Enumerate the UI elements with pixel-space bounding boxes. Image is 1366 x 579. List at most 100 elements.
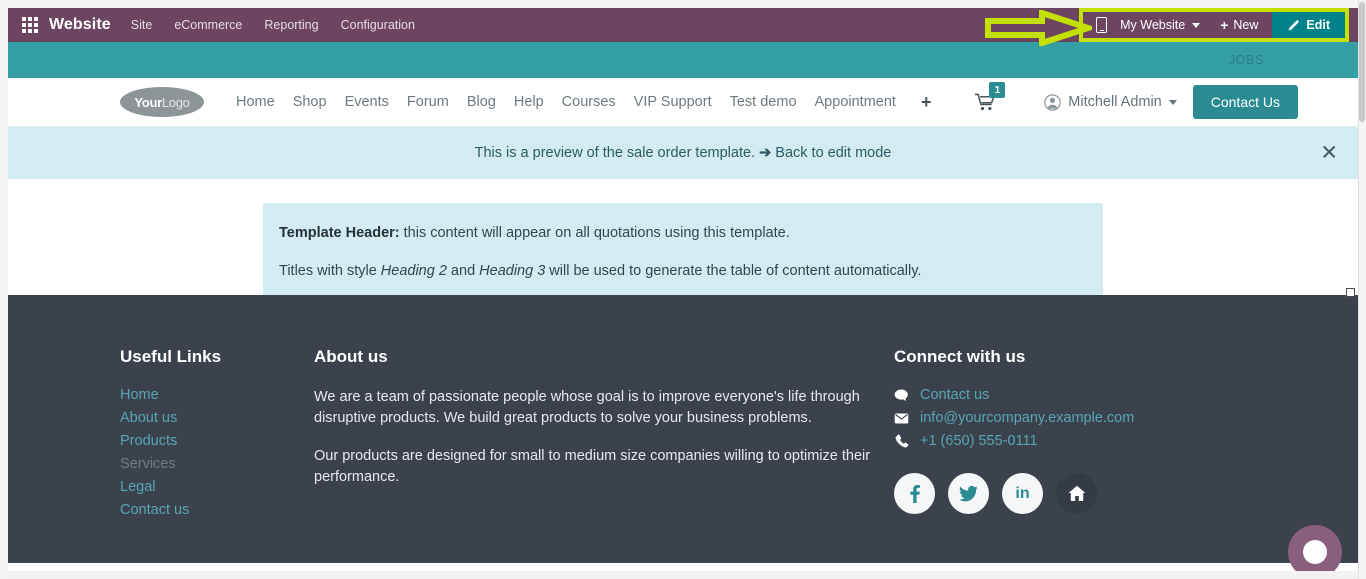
- backend-menu: Site eCommerce Reporting Configuration: [131, 18, 415, 32]
- about-us-paragraph-2: Our products are designed for small to m…: [314, 448, 871, 485]
- nav-link-test-demo[interactable]: Test demo: [730, 94, 797, 110]
- topbar-right-controls: My Website + New Edit: [1079, 8, 1358, 42]
- mobile-phone-icon: [1096, 17, 1108, 33]
- line2-before: Titles with style: [279, 263, 381, 279]
- twitter-icon[interactable]: [948, 473, 989, 514]
- template-header-line-2: Titles with style Heading 2 and Heading …: [279, 263, 1087, 279]
- navbar-right-controls: Mitchell Admin Contact Us: [1044, 85, 1350, 119]
- cart-button[interactable]: 1: [975, 82, 1006, 111]
- mobile-preview-button[interactable]: [1083, 12, 1118, 38]
- new-button-label: New: [1233, 18, 1259, 32]
- template-header-label: Template Header:: [279, 225, 400, 241]
- footer-link-legal[interactable]: Legal: [120, 479, 314, 495]
- template-header-text: this content will appear on all quotatio…: [403, 225, 790, 241]
- template-header-line-1: Template Header: this content will appea…: [279, 225, 1087, 241]
- pencil-icon: [1289, 19, 1300, 30]
- nav-link-courses[interactable]: Courses: [562, 94, 616, 110]
- frame-resize-handle[interactable]: [1346, 288, 1355, 297]
- site-logo[interactable]: YourLogo: [120, 87, 204, 117]
- footer-link-contact-us[interactable]: Contact us: [120, 502, 314, 518]
- website-nav-links: Home Shop Events Forum Blog Help Courses…: [236, 82, 1006, 111]
- apps-grid-icon[interactable]: [22, 17, 38, 33]
- nav-link-blog[interactable]: Blog: [467, 94, 496, 110]
- phone-icon: [894, 434, 909, 448]
- footer-social-icons: in: [894, 473, 1214, 514]
- line2-heading2: Heading 2: [380, 263, 447, 279]
- plus-icon: +: [1220, 17, 1229, 33]
- site-top-strip: JOBS: [8, 42, 1358, 78]
- nav-link-shop[interactable]: Shop: [293, 94, 327, 110]
- envelope-icon: [894, 413, 909, 424]
- nav-link-help[interactable]: Help: [514, 94, 544, 110]
- logo-suffix: Logo: [161, 94, 190, 110]
- comment-icon: [894, 389, 909, 402]
- home-icon[interactable]: [1056, 473, 1097, 514]
- back-to-edit-mode-link[interactable]: Back to edit mode: [775, 145, 891, 161]
- nav-link-forum[interactable]: Forum: [407, 94, 449, 110]
- footer-link-products[interactable]: Products: [120, 433, 314, 449]
- about-us-heading: About us: [314, 347, 388, 366]
- website-footer: Useful Links Home About us Products Serv…: [8, 295, 1358, 571]
- footer-contact-us-link[interactable]: Contact us: [920, 387, 989, 403]
- edit-button[interactable]: Edit: [1272, 12, 1345, 38]
- website-navbar: YourLogo Home Shop Events Forum Blog Hel…: [8, 78, 1358, 127]
- new-button[interactable]: + New: [1212, 12, 1272, 38]
- nav-link-vip-support[interactable]: VIP Support: [634, 94, 712, 110]
- nav-add-page-icon[interactable]: +: [921, 93, 932, 111]
- jobs-link[interactable]: JOBS: [1229, 53, 1264, 67]
- footer-phone-row: +1 (650) 555-0111: [894, 433, 1214, 449]
- nav-link-events[interactable]: Events: [345, 94, 389, 110]
- line2-after: will be used to generate the table of co…: [545, 263, 922, 279]
- edit-button-label: Edit: [1306, 18, 1330, 32]
- chat-bubble-inner: [1303, 540, 1327, 564]
- app-brand-name[interactable]: Website: [49, 16, 111, 34]
- facebook-icon[interactable]: [894, 473, 935, 514]
- footer-link-home[interactable]: Home: [120, 387, 314, 403]
- chevron-down-icon: [1192, 22, 1201, 28]
- website-preview-frame: JOBS YourLogo Home Shop Events Forum Blo…: [8, 42, 1358, 571]
- menu-item-configuration[interactable]: Configuration: [341, 18, 415, 32]
- contact-us-button[interactable]: Contact Us: [1192, 85, 1298, 119]
- odoo-top-bar: Website Site eCommerce Reporting Configu…: [8, 8, 1358, 42]
- footer-connect-column: Connect with us Contact us info@yourcomp…: [894, 347, 1214, 525]
- template-header-box: Template Header: this content will appea…: [263, 203, 1103, 301]
- about-us-paragraph-1: We are a team of passionate people whose…: [314, 389, 860, 426]
- highlighted-website-controls: My Website + New Edit: [1079, 8, 1349, 42]
- linkedin-icon[interactable]: in: [1002, 473, 1043, 514]
- footer-columns: Useful Links Home About us Products Serv…: [8, 347, 1358, 525]
- footer-link-about-us[interactable]: About us: [120, 410, 314, 426]
- preview-mode-banner: This is a preview of the sale order temp…: [8, 127, 1358, 179]
- menu-item-ecommerce[interactable]: eCommerce: [174, 18, 242, 32]
- line2-mid: and: [446, 263, 480, 279]
- footer-about-column: About us We are a team of passionate peo…: [314, 347, 894, 525]
- footer-useful-links-column: Useful Links Home About us Products Serv…: [120, 347, 314, 525]
- page-scrollbar-thumb[interactable]: [1359, 2, 1365, 122]
- footer-contact-us-row: Contact us: [894, 387, 1214, 403]
- back-to-edit-arrow-icon: ➔: [759, 145, 772, 161]
- website-selector-dropdown[interactable]: My Website: [1118, 12, 1212, 38]
- chevron-down-icon: [1168, 99, 1177, 105]
- cart-count-badge: 1: [989, 82, 1006, 98]
- window-left-edge: [0, 0, 8, 579]
- footer-email-row: info@yourcompany.example.com: [894, 410, 1214, 426]
- window-top-edge: [0, 0, 1366, 8]
- menu-item-reporting[interactable]: Reporting: [264, 18, 318, 32]
- user-name-label: Mitchell Admin: [1068, 94, 1162, 110]
- footer-email-link[interactable]: info@yourcompany.example.com: [920, 410, 1134, 426]
- nav-link-appointment[interactable]: Appointment: [815, 94, 896, 110]
- chat-bubble-icon[interactable]: [1288, 525, 1342, 571]
- browser-viewport: Website Site eCommerce Reporting Configu…: [0, 0, 1366, 579]
- footer-phone-link[interactable]: +1 (650) 555-0111: [920, 433, 1038, 449]
- close-icon[interactable]: ✕: [1320, 142, 1338, 164]
- footer-link-services[interactable]: Services: [120, 456, 314, 472]
- connect-with-us-heading: Connect with us: [894, 347, 1026, 366]
- menu-item-site[interactable]: Site: [131, 18, 153, 32]
- website-selector-label: My Website: [1120, 18, 1186, 32]
- user-circle-icon: [1044, 93, 1062, 111]
- user-menu-dropdown[interactable]: Mitchell Admin: [1044, 93, 1177, 111]
- quotation-template-content: Template Header: this content will appea…: [8, 179, 1358, 301]
- useful-links-heading: Useful Links: [120, 347, 222, 366]
- logo-prefix: Your: [134, 94, 162, 110]
- nav-link-home[interactable]: Home: [236, 94, 275, 110]
- line2-heading3: Heading 3: [479, 263, 546, 279]
